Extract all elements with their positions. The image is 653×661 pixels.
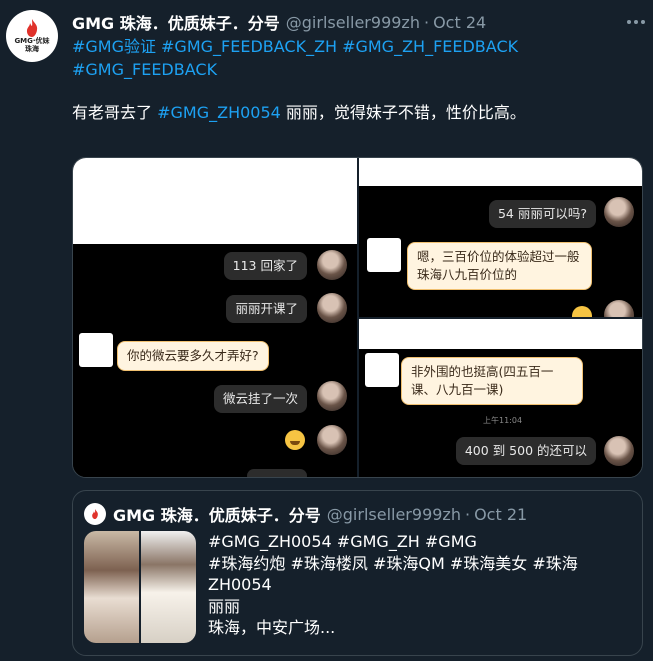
quoted-text-line: #珠海约炮 #珠海楼凤 #珠海QM #珠海美女 #珠海 <box>208 553 578 573</box>
tweet-text-before: 有老哥去了 <box>72 103 158 122</box>
quoted-author-name[interactable]: GMG 珠海．优质妹子．分号 <box>113 502 321 526</box>
chat-avatar <box>604 300 634 317</box>
tweet-text: 有老哥去了 #GMG_ZH0054 丽丽，觉得妹子不错，性价比高。 <box>72 101 632 124</box>
chat-avatar <box>604 436 634 466</box>
chat-avatar <box>317 381 347 411</box>
hashtag-link[interactable]: #GMG_FEEDBACK <box>72 60 217 79</box>
redacted-avatar <box>365 353 399 387</box>
avatar-logo-line-1: GMG·优妹 <box>14 37 50 45</box>
media-grid[interactable]: 113 回家了 丽丽开课了 你的微云要多久才弄好? 微云挂了一次 54 丽丽可以… <box>72 157 643 478</box>
author-handle[interactable]: @girlseller999zh <box>286 13 420 32</box>
flame-logo-icon <box>26 19 38 37</box>
hashtag-link[interactable]: #GMG_ZH_FEEDBACK <box>342 37 518 56</box>
redacted-area <box>359 319 642 349</box>
redacted-area <box>73 158 357 244</box>
tweet[interactable]: GMG·优妹 珠海 GMG 珠海．优质妹子．分号 @girlseller999z… <box>0 0 653 661</box>
chat-bubble: 400 到 500 的还可以 <box>455 437 596 465</box>
hashtag-link[interactable]: #GMG验证 <box>72 37 156 56</box>
tweet-date[interactable]: Oct 24 <box>433 13 486 32</box>
chat-bubble: 非外围的也挺高(四五百一课、八九百一课) <box>401 357 583 405</box>
quoted-text-line: ZH0054 <box>208 575 272 594</box>
laughing-emoji-icon <box>285 430 305 450</box>
chat-timestamp: 上午11:04 <box>483 416 523 425</box>
quoted-tweet[interactable]: GMG 珠海．优质妹子．分号 @girlseller999zh · Oct 21… <box>72 490 643 656</box>
chat-bubble: 113 回家了 <box>223 252 307 280</box>
chat-avatar <box>317 425 347 455</box>
photo-thumbnail <box>141 531 196 643</box>
tweet-header: GMG 珠海．优质妹子．分号 @girlseller999zh · Oct 24 <box>72 10 632 34</box>
author-name[interactable]: GMG 珠海．优质妹子．分号 <box>72 10 280 34</box>
quoted-author-handle[interactable]: @girlseller999zh <box>327 505 461 524</box>
quoted-media-thumbnail[interactable] <box>84 531 196 643</box>
author-avatar[interactable]: GMG·优妹 珠海 <box>6 10 58 62</box>
quoted-author-avatar[interactable] <box>84 503 106 525</box>
quoted-text-line: 珠海，中安广场... <box>208 618 336 637</box>
chat-bubble: 54 丽丽可以吗? <box>488 200 596 228</box>
flame-logo-icon <box>92 509 98 519</box>
avatar-logo-line-2: 珠海 <box>25 45 39 53</box>
laughing-emoji-icon <box>572 306 592 317</box>
chat-bubble-partial <box>247 469 307 477</box>
chat-screenshot-top-right[interactable]: 54 丽丽可以吗? 嗯，三百价位的体验超过一般珠海八九百价位的 <box>359 158 642 317</box>
hashtag-link[interactable]: #GMG_FEEDBACK_ZH <box>161 37 337 56</box>
chat-avatar <box>317 250 347 280</box>
quoted-tweet-text: #GMG_ZH0054 #GMG_ZH #GMG #珠海约炮 #珠海楼凤 #珠海… <box>208 531 628 639</box>
separator-dot: · <box>464 504 471 524</box>
chat-bubble: 微云挂了一次 <box>213 385 307 413</box>
redacted-area <box>359 158 642 186</box>
chat-avatar <box>604 197 634 227</box>
hashtag-list: #GMG验证 #GMG_FEEDBACK_ZH #GMG_ZH_FEEDBACK #… <box>72 35 632 81</box>
quoted-text-line: #GMG_ZH0054 #GMG_ZH #GMG <box>208 532 477 551</box>
photo-thumbnail <box>84 531 139 643</box>
quoted-tweet-header: GMG 珠海．优质妹子．分号 @girlseller999zh · Oct 21 <box>113 502 527 526</box>
separator-dot: · <box>423 12 430 32</box>
more-options-icon[interactable] <box>627 10 645 34</box>
chat-bubble: 你的微云要多久才弄好? <box>117 341 269 371</box>
quoted-tweet-date[interactable]: Oct 21 <box>474 505 527 524</box>
quoted-text-line: 丽丽 <box>208 596 241 616</box>
chat-screenshot-bottom-right[interactable]: 非外围的也挺高(四五百一课、八九百一课) 上午11:04 400 到 500 的… <box>359 319 642 477</box>
chat-bubble: 嗯，三百价位的体验超过一般珠海八九百价位的 <box>407 242 592 290</box>
tweet-text-after: 丽丽，觉得妹子不错，性价比高。 <box>280 103 526 122</box>
redacted-avatar <box>367 238 401 272</box>
chat-screenshot-left[interactable]: 113 回家了 丽丽开课了 你的微云要多久才弄好? 微云挂了一次 <box>73 158 357 477</box>
tweet-hashtag-link[interactable]: #GMG_ZH0054 <box>157 103 281 122</box>
chat-bubble: 丽丽开课了 <box>226 295 307 323</box>
redacted-avatar <box>79 333 113 367</box>
chat-avatar <box>317 293 347 323</box>
